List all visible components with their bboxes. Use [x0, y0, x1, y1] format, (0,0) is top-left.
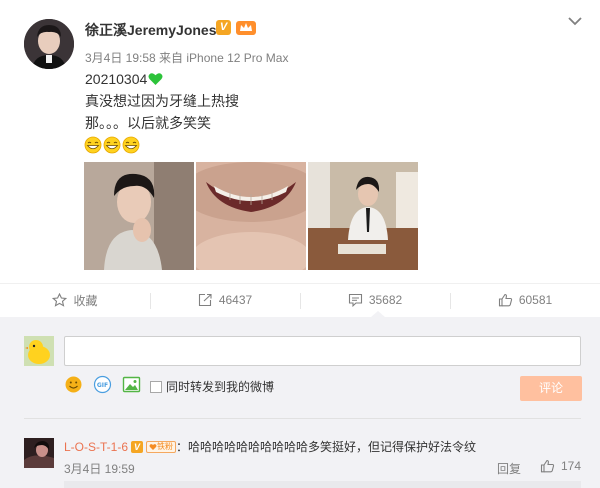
action-bar: 收藏 46437 35682 60581	[0, 283, 600, 316]
chevron-down-icon[interactable]	[566, 14, 584, 28]
grin-emoji-icon	[122, 136, 140, 154]
post-text-line-2: 真没想过因为牙缝上热搜	[85, 93, 239, 109]
repost-button[interactable]: 46437	[150, 284, 300, 316]
vip-crown-icon[interactable]	[235, 18, 257, 36]
comment-like-button[interactable]: 174	[540, 459, 581, 473]
repost-icon	[198, 293, 212, 307]
verified-icon: V	[216, 20, 231, 35]
photo-thumbnail[interactable]	[84, 162, 194, 270]
comment-like-count: 174	[561, 459, 582, 473]
comment-line: L-O-S-T-1-6 V 铁粉 ：哈哈哈哈哈哈哈哈哈哈多笑挺好，但记得保护好法…	[64, 438, 476, 455]
photo-thumbnail[interactable]	[308, 162, 418, 270]
fan-heart-icon	[149, 443, 157, 450]
repost-count: 46437	[218, 293, 253, 307]
comment-count: 35682	[368, 293, 403, 307]
comment-divider	[24, 418, 581, 419]
favorite-label: 收藏	[73, 293, 98, 308]
reply-link[interactable]: 回复	[497, 460, 521, 477]
post-meta: 3月4日 19:58 来自 iPhone 12 Pro Max	[85, 51, 289, 65]
green-heart-icon	[148, 73, 163, 85]
grin-emoji-icon	[84, 136, 102, 154]
post-text-line-1: 20210304	[85, 69, 163, 89]
author-avatar[interactable]	[24, 19, 74, 69]
fan-badge[interactable]: 铁粉	[146, 440, 177, 453]
reply-preview-strip	[64, 481, 581, 488]
author-name[interactable]: 徐正溪JeremyJones	[85, 20, 217, 40]
fan-badge-label: 铁粉	[157, 441, 174, 451]
grin-emoji-icon	[103, 136, 121, 154]
image-icon[interactable]	[122, 375, 141, 394]
comment-caret	[371, 311, 385, 317]
grin-emoji-row	[84, 136, 140, 154]
photo-grid	[84, 162, 418, 270]
checkbox-box[interactable]	[150, 380, 162, 393]
composer-toolbar: GIF	[64, 375, 141, 394]
svg-text:GIF: GIF	[97, 382, 108, 389]
commenter-avatar[interactable]	[24, 438, 54, 468]
favorite-button[interactable]: 收藏	[0, 284, 150, 316]
verified-icon: V	[131, 440, 144, 453]
forward-to-my-weibo-checkbox[interactable]: 同时转发到我的微博	[150, 378, 274, 395]
comment-text: ：哈哈哈哈哈哈哈哈哈哈多笑挺好，但记得保护好法令纹	[176, 440, 477, 454]
gif-icon[interactable]: GIF	[93, 375, 112, 394]
photo-thumbnail[interactable]	[196, 162, 306, 270]
weibo-post-card: 徐正溪JeremyJones V 3月4日 19:58 来自 iPhone 12…	[0, 0, 600, 488]
submit-comment-button[interactable]: 评论	[520, 376, 582, 401]
post-text-line-3: 那。。。以后就多笑笑	[85, 115, 211, 131]
comment-time: 3月4日 19:59	[64, 462, 135, 476]
post-date-text: 20210304	[85, 71, 148, 87]
emoji-icon[interactable]	[64, 375, 83, 394]
like-button[interactable]: 60581	[450, 284, 600, 316]
my-avatar[interactable]	[24, 336, 54, 366]
comment-icon	[348, 293, 362, 307]
star-icon	[52, 293, 68, 307]
commenter-name[interactable]: L-O-S-T-1-6	[64, 440, 128, 454]
thumbs-up-icon	[498, 293, 512, 307]
comment-input[interactable]	[64, 336, 581, 366]
thumbs-up-icon	[540, 459, 555, 473]
forward-label: 同时转发到我的微博	[166, 380, 275, 394]
like-count: 60581	[518, 293, 553, 307]
